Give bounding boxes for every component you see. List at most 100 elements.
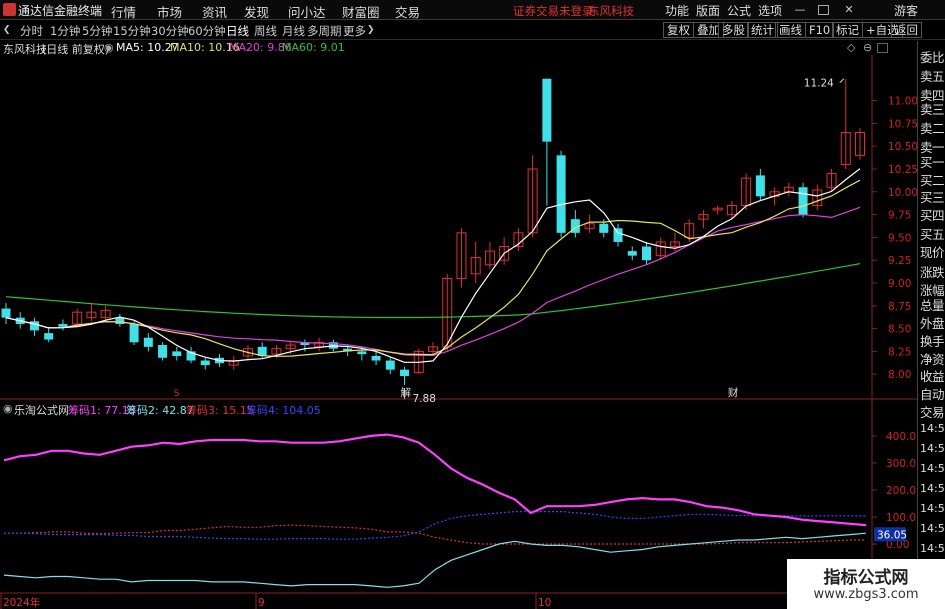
right-panel-item[interactable]: 自动 bbox=[920, 384, 945, 403]
candle-down bbox=[642, 246, 651, 261]
price-axis-label: 9.00 bbox=[888, 278, 911, 290]
site-watermark: 指标公式网 www.zbgs3.com bbox=[787, 559, 945, 609]
right-panel-item[interactable]: 卖五 bbox=[920, 66, 945, 85]
period-more[interactable]: 更多 bbox=[343, 23, 366, 39]
settings-dot-icon[interactable]: ◉ bbox=[104, 41, 114, 54]
period-daily[interactable]: 日线 bbox=[226, 23, 249, 39]
menu-wenxiaoda[interactable]: 问小达 bbox=[288, 2, 326, 21]
price-axis-label: 8.25 bbox=[888, 346, 911, 358]
candle-down bbox=[599, 223, 609, 233]
candle-down bbox=[613, 228, 623, 242]
right-panel-item[interactable]: 交易 bbox=[920, 402, 945, 421]
ind-axis-label: 300.0 bbox=[886, 458, 916, 470]
right-panel-item[interactable]: 现价 bbox=[920, 242, 945, 261]
tool-tongji[interactable]: 统计 bbox=[747, 22, 778, 38]
price-axis-label: 8.50 bbox=[888, 324, 911, 336]
period-multi[interactable]: 多周期 bbox=[307, 23, 342, 39]
period-1min[interactable]: 1分钟 bbox=[50, 23, 80, 39]
candle-down bbox=[58, 324, 68, 327]
candle-down bbox=[200, 360, 210, 366]
right-panel-item[interactable]: 买五 bbox=[920, 224, 945, 243]
event-marker-s: S bbox=[174, 389, 180, 399]
tool-fuquan[interactable]: 复权 bbox=[663, 22, 694, 38]
menu-gongneng[interactable]: 功能 bbox=[665, 2, 689, 19]
user-guest[interactable]: 游客 bbox=[894, 2, 918, 19]
period-weekly[interactable]: 周线 bbox=[254, 23, 277, 39]
tick-time: 14:56 bbox=[920, 422, 945, 435]
tool-back[interactable]: 返回 bbox=[891, 22, 922, 38]
ma60-label: MA60: 9.01 bbox=[282, 41, 345, 54]
menu-hangqing[interactable]: 行情 bbox=[111, 2, 136, 21]
right-panel-item[interactable]: 换手 bbox=[920, 331, 945, 350]
tool-f10[interactable]: F10 bbox=[805, 22, 835, 38]
menu-faxian[interactable]: 发现 bbox=[244, 2, 269, 21]
chevron-left-icon[interactable]: ❮ bbox=[3, 25, 11, 35]
tool-huaxian[interactable]: 画线 bbox=[775, 22, 806, 38]
tick-time: 14:56 bbox=[920, 482, 945, 495]
menu-banmian[interactable]: 版面 bbox=[696, 2, 720, 19]
menu-caifuquan[interactable]: 财富圈 bbox=[342, 2, 380, 21]
candle-down bbox=[29, 321, 39, 331]
price-axis-label: 10.75 bbox=[888, 118, 917, 130]
right-panel-item[interactable]: 外盘 bbox=[920, 313, 945, 332]
right-panel-item[interactable]: 总量 bbox=[920, 295, 945, 314]
candle-down bbox=[371, 355, 381, 361]
right-panel-item[interactable]: 涨跌 bbox=[920, 262, 945, 281]
panel-toggle-icon[interactable] bbox=[877, 43, 888, 53]
candle-down bbox=[44, 333, 54, 340]
right-panel: 委比 卖五 卖四 卖三 卖二 卖一 买一 买二 买三 买四 买五 现价 涨跌 涨幅 总量 外盘 换手 净资 收益 自动… bbox=[917, 41, 945, 609]
candle-down bbox=[158, 345, 168, 358]
price-axis-label: 10.50 bbox=[888, 141, 917, 153]
price-axis-label: 8.75 bbox=[888, 301, 911, 313]
login-warning[interactable]: 证券交易未登录 bbox=[513, 3, 594, 19]
right-panel-item[interactable]: 买三 bbox=[920, 187, 945, 206]
c2-line bbox=[3, 532, 867, 588]
ind-axis-label: 200.0 bbox=[886, 485, 916, 497]
menu-zixun[interactable]: 资讯 bbox=[202, 2, 227, 21]
menu-bar: 通达信金融终端 行情 市场 资讯 发现 问小达 财富圈 交易 证券交易未登录 东… bbox=[0, 0, 945, 20]
minimize-icon[interactable]: — bbox=[793, 3, 807, 17]
right-panel-item[interactable]: 委比 bbox=[920, 47, 945, 66]
chevron-right-icon[interactable]: ❯ bbox=[367, 25, 375, 35]
menu-jiaoyi[interactable]: 交易 bbox=[395, 2, 420, 21]
ma60-line bbox=[5, 263, 861, 319]
candle-down bbox=[115, 317, 125, 325]
candle-down bbox=[129, 324, 139, 343]
price-axis-label: 8.00 bbox=[888, 369, 911, 381]
menu-xuanxiang[interactable]: 选项 bbox=[758, 2, 782, 19]
c3-line bbox=[4, 524, 866, 545]
right-panel-item[interactable]: 买四 bbox=[920, 205, 945, 224]
event-marker-jie: 解 bbox=[401, 386, 412, 399]
right-panel-item[interactable]: 收益 bbox=[920, 366, 945, 385]
period-monthly[interactable]: 月线 bbox=[282, 23, 305, 39]
right-panel-item[interactable]: 卖二 bbox=[920, 118, 945, 137]
watermark-url: www.zbgs3.com bbox=[813, 587, 919, 602]
zoom-out-icon[interactable]: ⊖ bbox=[863, 41, 872, 54]
period-30min[interactable]: 30分钟 bbox=[151, 23, 189, 39]
tick-time: 14:56 bbox=[920, 502, 945, 515]
candle-down bbox=[143, 337, 153, 347]
price-axis-label: 9.50 bbox=[888, 232, 911, 244]
date-axis-label: 2024年 bbox=[3, 596, 40, 609]
close-icon[interactable]: ✕ bbox=[842, 3, 856, 17]
maximize-icon[interactable] bbox=[818, 5, 829, 15]
date-axis-label: 10 bbox=[538, 597, 551, 609]
price-axis-label: 9.75 bbox=[888, 210, 911, 222]
diamond-icon[interactable]: ◇ bbox=[847, 41, 855, 54]
tick-time: 14:56 bbox=[920, 462, 945, 475]
period-60min[interactable]: 60分钟 bbox=[188, 23, 226, 39]
right-panel-item[interactable]: 卖三 bbox=[920, 99, 945, 118]
period-5min[interactable]: 5分钟 bbox=[82, 23, 112, 39]
tick-time: 14:56 bbox=[920, 522, 945, 535]
period-15min[interactable]: 15分钟 bbox=[113, 23, 151, 39]
menu-gongshi[interactable]: 公式 bbox=[727, 2, 751, 19]
broker-name[interactable]: 东风科技 bbox=[588, 3, 634, 19]
tool-duogu[interactable]: 多股 bbox=[718, 22, 749, 38]
period-fenshi[interactable]: 分时 bbox=[20, 23, 43, 39]
tool-biaoji[interactable]: 标记 bbox=[832, 22, 863, 38]
right-panel-item[interactable]: 买一 bbox=[920, 152, 945, 171]
watermark-title: 指标公式网 bbox=[823, 568, 909, 588]
kline-chart[interactable]: 11.00 10.75 10.50 10.25 10.00 9.75 9.50 9.25 9.0… bbox=[0, 55, 917, 609]
candle-down bbox=[556, 155, 566, 233]
menu-shichang[interactable]: 市场 bbox=[157, 2, 182, 21]
